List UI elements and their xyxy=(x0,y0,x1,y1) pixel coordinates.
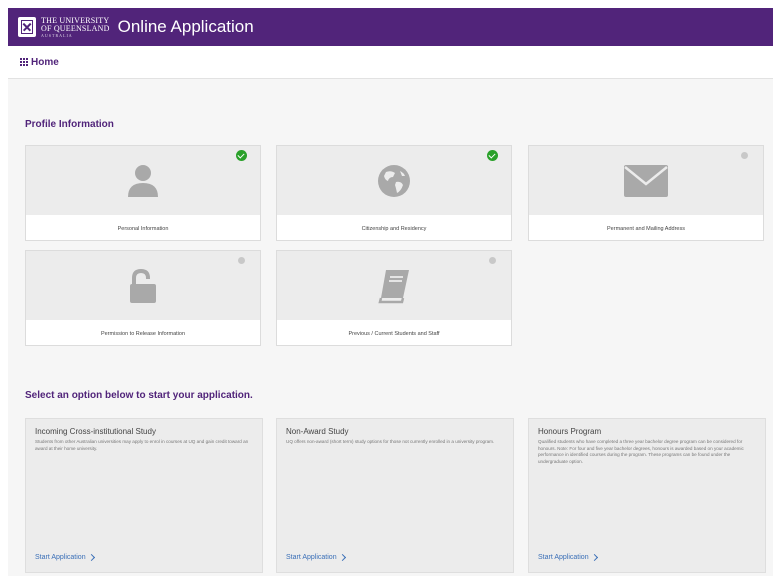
header-bar: THE UNIVERSITY OF QUEENSLAND AUSTRALIA O… xyxy=(8,8,773,46)
crest-icon xyxy=(18,17,36,37)
card-title: Honours Program xyxy=(538,427,602,436)
chevron-right-icon xyxy=(87,553,95,562)
card-honours-program: Honours Program Qualified students who h… xyxy=(528,418,766,573)
nav-bar: Home xyxy=(8,46,773,79)
profile-section-title: Profile Information xyxy=(25,119,114,130)
link-label: Start Application xyxy=(286,554,337,561)
link-label: Start Application xyxy=(538,554,589,561)
card-description: Students from other Australian universit… xyxy=(35,439,249,451)
tile-label: Previous / Current Students and Staff xyxy=(348,330,440,337)
university-name-line3: AUSTRALIA xyxy=(41,32,73,38)
tile-previous-current-students-staff[interactable]: Previous / Current Students and Staff xyxy=(276,250,512,346)
chevron-right-icon xyxy=(338,553,346,562)
options-section-title: Select an option below to start your app… xyxy=(25,390,253,401)
complete-check-icon xyxy=(236,150,247,161)
card-title: Non-Award Study xyxy=(286,427,349,436)
grid-icon xyxy=(20,58,28,66)
tile-permission-release-information[interactable]: Permission to Release Information xyxy=(25,250,261,346)
book-icon xyxy=(378,269,409,303)
home-link[interactable]: Home xyxy=(20,57,59,68)
tile-permanent-mailing-address[interactable]: Permanent and Mailing Address xyxy=(528,145,764,241)
home-label: Home xyxy=(31,56,59,68)
start-application-link[interactable]: Start Application xyxy=(286,553,346,562)
chevron-right-icon xyxy=(590,553,598,562)
card-non-award-study: Non-Award Study UQ offers non-award (sho… xyxy=(276,418,514,573)
envelope-icon xyxy=(624,164,668,197)
tile-citizenship-residency[interactable]: Citizenship and Residency xyxy=(276,145,512,241)
link-label: Start Application xyxy=(35,554,86,561)
tile-personal-information[interactable]: Personal Information xyxy=(25,145,261,241)
university-name-line2: OF QUEENSLAND xyxy=(41,23,110,33)
tile-label: Permission to Release Information xyxy=(100,330,186,337)
person-icon xyxy=(128,164,158,197)
university-logo[interactable]: THE UNIVERSITY OF QUEENSLAND AUSTRALIA xyxy=(18,16,110,38)
incomplete-status-icon xyxy=(489,257,496,264)
incomplete-status-icon xyxy=(238,257,245,264)
start-application-link[interactable]: Start Application xyxy=(538,553,598,562)
university-name: THE UNIVERSITY OF QUEENSLAND AUSTRALIA xyxy=(41,16,110,38)
globe-icon xyxy=(378,164,410,197)
unlock-icon xyxy=(130,268,156,303)
tile-label: Citizenship and Residency xyxy=(361,225,427,232)
app-frame: THE UNIVERSITY OF QUEENSLAND AUSTRALIA O… xyxy=(8,8,773,576)
start-application-link[interactable]: Start Application xyxy=(35,553,95,562)
card-incoming-cross-institutional: Incoming Cross-institutional Study Stude… xyxy=(25,418,263,573)
tile-label: Permanent and Mailing Address xyxy=(607,225,685,232)
card-title: Incoming Cross-institutional Study xyxy=(35,427,156,436)
complete-check-icon xyxy=(487,150,498,161)
incomplete-status-icon xyxy=(741,152,748,159)
app-title: Online Application xyxy=(117,17,254,36)
card-description: Qualified students who have completed a … xyxy=(538,439,744,464)
card-description: UQ offers non-award (short term) study o… xyxy=(286,439,495,444)
tile-label: Personal Information xyxy=(117,225,169,232)
